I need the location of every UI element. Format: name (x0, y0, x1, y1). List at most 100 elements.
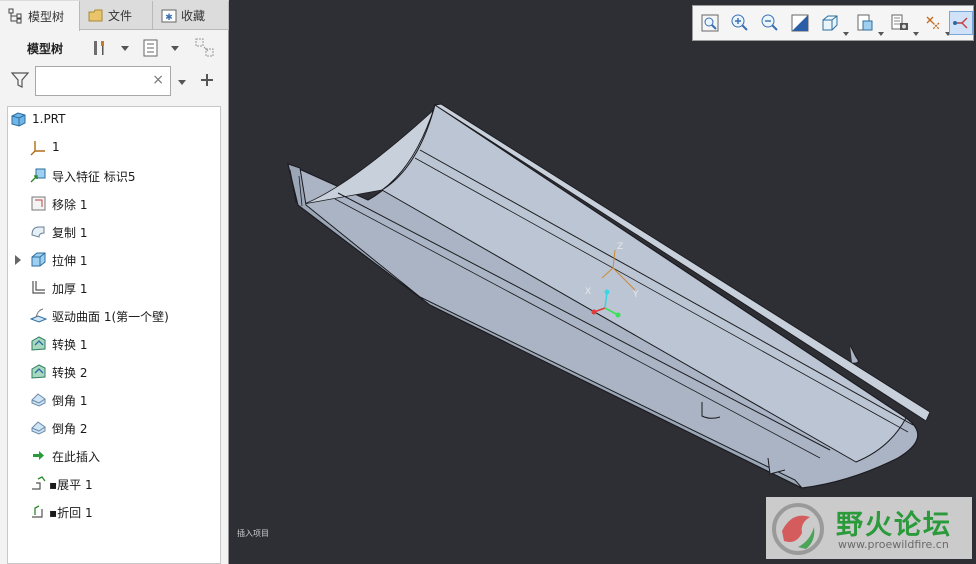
tree-item-label: 拉伸 1 (52, 254, 88, 268)
tree-item-text: 折回 1 (57, 506, 93, 520)
forum-logo-icon (772, 503, 824, 555)
saved-orientations-caret[interactable] (878, 32, 884, 37)
expand-arrow-icon[interactable] (15, 255, 21, 265)
saved-orientations-button[interactable] (853, 11, 877, 35)
zoom-out-icon (761, 14, 778, 31)
list-icon (143, 39, 158, 57)
tab-model-tree[interactable]: 模型树 (0, 1, 80, 31)
x-axis-label: X (585, 287, 591, 297)
toolbar-title: 模型树 (27, 42, 64, 56)
graphics-viewport[interactable]: Z X Y (230, 0, 976, 564)
show-dropdown-caret[interactable] (170, 41, 180, 55)
tree-item-unbend[interactable]: ▪展平 1 (8, 473, 220, 495)
insert-here-icon (33, 451, 44, 460)
filter-icon[interactable] (11, 71, 29, 89)
tree-item-insert-here[interactable]: 在此插入 (8, 445, 220, 467)
view-manager-button[interactable] (888, 11, 912, 35)
datum-display-icon (926, 16, 940, 30)
tree-item-extrude[interactable]: 拉伸 1 (8, 249, 220, 271)
driving-surface-icon (30, 308, 47, 323)
svg-text:✱: ✱ (165, 13, 173, 23)
folder-icon (88, 9, 103, 21)
search-field[interactable]: × (35, 66, 171, 96)
tree-item-conversion-2[interactable]: 转换 2 (8, 361, 220, 383)
tab-label: 模型树 (28, 9, 65, 24)
display-style-button[interactable] (818, 11, 842, 35)
tree-item-remove[interactable]: 移除 1 (8, 193, 220, 215)
filter-dropdown-caret[interactable] (177, 75, 187, 89)
refit-icon (701, 14, 719, 32)
remove-icon (31, 196, 46, 211)
annotation-display-button[interactable] (949, 11, 973, 35)
model-tree-panel: 模型树 文件 ✱ 收藏 模型树 × 1.PRT 1 导入特征 标识5 移除 1 … (0, 0, 229, 564)
tree-item-conversion-1[interactable]: 转换 1 (8, 333, 220, 355)
bend-back-icon (32, 505, 43, 518)
watermark-url: www.proewildfire.cn (838, 538, 949, 551)
view-toolbar (692, 5, 974, 41)
tree-item-label: 倒角 1 (52, 394, 88, 408)
saved-orientations-icon (857, 14, 873, 31)
extrude-icon (31, 252, 46, 267)
y-axis-label: Y (632, 290, 639, 300)
chamfer-icon (31, 421, 46, 435)
clear-search-button[interactable]: × (152, 72, 164, 88)
tab-label: 收藏 (181, 9, 206, 23)
refit-button[interactable] (698, 11, 722, 35)
tree-item-label: 1 (52, 140, 60, 154)
model-tree-toolbar: 模型树 (0, 34, 229, 62)
coordinate-system-icon (30, 141, 45, 156)
tree-item-import-feature[interactable]: 导入特征 标识5 (8, 165, 220, 187)
forum-watermark: 野火论坛 www.proewildfire.cn (766, 497, 972, 559)
watermark-title: 野火论坛 (836, 510, 952, 541)
view-manager-caret[interactable] (913, 32, 919, 37)
settings-button[interactable] (89, 37, 111, 59)
favorites-icon: ✱ (161, 9, 177, 23)
tree-item-thicken[interactable]: 加厚 1 (8, 277, 220, 299)
tree-item-label: ▪展平 1 (49, 478, 93, 492)
tree-item-label: 加厚 1 (52, 282, 88, 296)
settings-dropdown-caret[interactable] (120, 41, 130, 55)
add-icon[interactable] (200, 73, 214, 87)
tree-item-label: 倒角 2 (52, 422, 88, 436)
tree-item-label: 在此插入 (52, 450, 101, 464)
show-button[interactable] (140, 37, 162, 59)
copy-icon (31, 226, 45, 238)
annotation-display-icon (953, 17, 968, 29)
tree-item-label: 导入特征 标识5 (52, 170, 136, 184)
z-axis-label: Z (617, 242, 623, 252)
datum-display-button[interactable] (921, 11, 945, 35)
conversion-icon (31, 364, 46, 379)
zoom-out-button[interactable] (758, 11, 782, 35)
status-text: 插入项目 (237, 529, 269, 538)
tree-item-bend-back[interactable]: ▪折回 1 (8, 501, 220, 523)
search-input[interactable] (40, 73, 150, 91)
zoom-in-button[interactable] (728, 11, 752, 35)
zoom-in-icon (731, 14, 748, 31)
tab-favorites[interactable]: ✱ 收藏 (153, 1, 229, 30)
tree-filter-icon (195, 38, 214, 57)
tree-filter-settings-button[interactable] (194, 37, 216, 59)
tree-item-chamfer-2[interactable]: 倒角 2 (8, 417, 220, 439)
tree-item-label: 移除 1 (52, 198, 88, 212)
display-style-caret[interactable] (843, 32, 849, 37)
tree-item-chamfer-1[interactable]: 倒角 1 (8, 389, 220, 411)
view-manager-icon (891, 14, 908, 30)
tree-item-label: 复制 1 (52, 226, 88, 240)
tree-item-label: 转换 2 (52, 366, 88, 380)
repaint-icon (791, 14, 809, 32)
tab-file-browser[interactable]: 文件 (80, 1, 153, 30)
display-style-icon (822, 15, 838, 31)
panel-tabbar: 模型树 文件 ✱ 收藏 (0, 0, 229, 31)
tab-label: 文件 (108, 9, 133, 23)
sheetmetal-trough-model[interactable]: Z X Y (230, 0, 976, 564)
tree-item-label: 1.PRT (32, 112, 66, 126)
repaint-button[interactable] (788, 11, 812, 35)
tree-item-csys[interactable]: 1 (8, 137, 220, 159)
tree-item-part[interactable]: 1.PRT (8, 109, 220, 131)
filter-row: × (0, 64, 229, 98)
tools-icon (94, 41, 104, 55)
model-tree-icon (8, 8, 22, 24)
tree-item-driving-surface[interactable]: 驱动曲面 1(第一个壁) (8, 305, 220, 327)
tree-item-label: 转换 1 (52, 338, 88, 352)
tree-item-copy[interactable]: 复制 1 (8, 221, 220, 243)
